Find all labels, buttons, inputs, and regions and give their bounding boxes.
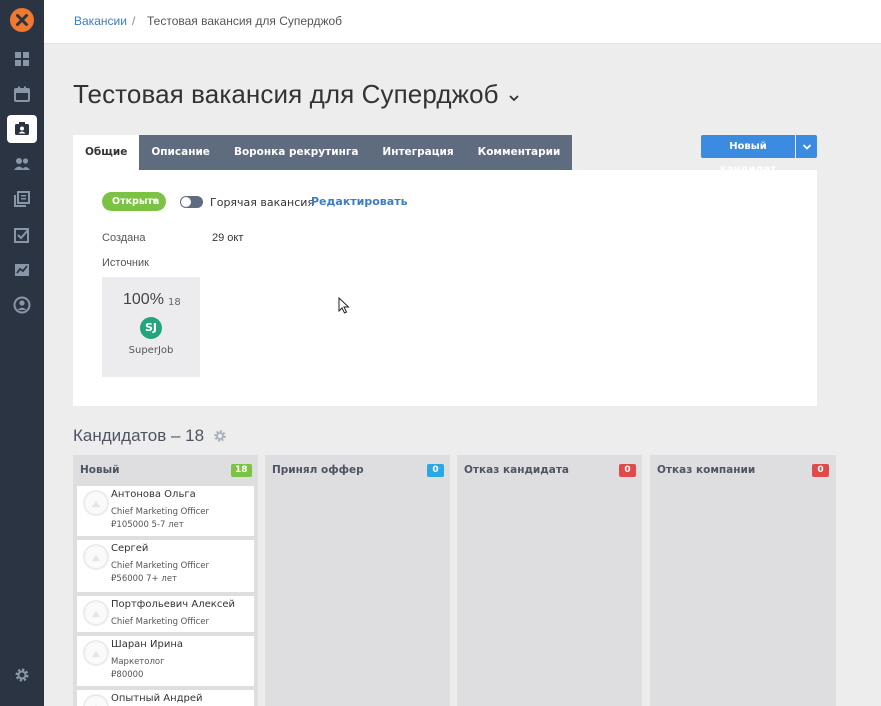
candidate-position: Chief Marketing Officer <box>111 617 209 627</box>
hot-vacancy-label: Горячая вакансия <box>210 196 315 209</box>
tab-recruiting-funnel[interactable]: Воронка рекрутинга <box>221 135 371 170</box>
candidate-card[interactable]: Портфольевич Алексей Chief Marketing Off… <box>77 596 254 632</box>
candidate-name: Опытный Андрей <box>111 693 203 704</box>
avatar <box>83 600 109 626</box>
status-dropdown[interactable]: Открыта <box>102 192 166 211</box>
breadcrumb-current: Тестовая вакансия для Суперджоб <box>147 14 343 28</box>
avatar <box>83 640 109 666</box>
new-candidate-dropdown[interactable] <box>796 135 817 158</box>
candidate-card[interactable]: Шаран Ирина Маркетолог ₽80000 <box>77 636 254 686</box>
candidate-card[interactable]: Антонова Ольга Chief Marketing Officer ₽… <box>77 486 254 536</box>
edit-link[interactable]: Редактировать <box>311 195 408 208</box>
gear-icon[interactable] <box>12 665 32 685</box>
column-count-badge: 0 <box>619 464 636 477</box>
chevron-down-icon[interactable] <box>508 88 520 107</box>
candidate-position: Маркетолог <box>111 657 165 667</box>
sidebar <box>0 0 44 706</box>
toggle-knob <box>181 197 191 207</box>
column-candidate-rejected: Отказ кандидата 0 <box>457 455 642 706</box>
candidate-name: Сергей <box>111 543 149 554</box>
created-value: 29 окт <box>212 232 244 244</box>
hot-vacancy-toggle[interactable] <box>180 196 203 208</box>
column-company-rejected: Отказ компании 0 <box>650 455 836 706</box>
breadcrumb-vacancies-link[interactable]: Вакансии <box>74 14 127 28</box>
logo-x-icon <box>16 14 28 26</box>
candidate-details: ₽56000 7+ лет <box>111 574 177 584</box>
logo[interactable] <box>10 8 34 32</box>
dashboard-icon[interactable] <box>12 49 32 69</box>
tab-general[interactable]: Общие <box>73 135 140 170</box>
candidates-title: Кандидатов – 18 <box>73 426 205 445</box>
column-title: Новый <box>80 464 120 476</box>
general-panel: Открыта Горячая вакансия Редактировать С… <box>73 170 817 406</box>
analytics-icon[interactable] <box>12 260 32 280</box>
candidates-icon[interactable] <box>12 154 32 174</box>
page-title: Тестовая вакансия для Суперджоб <box>73 79 499 109</box>
new-candidate-button[interactable]: Новый кандидат <box>701 135 795 175</box>
calendar-icon[interactable] <box>12 84 32 104</box>
caret-down-icon <box>152 199 158 203</box>
column-count-badge: 0 <box>427 464 444 477</box>
mouse-cursor-icon <box>338 296 350 318</box>
superjob-logo: SJ <box>140 317 162 339</box>
column-accepted-offer: Принял оффер 0 <box>265 455 450 706</box>
database-icon[interactable] <box>12 189 32 209</box>
column-title: Принял оффер <box>272 464 364 476</box>
column-title: Отказ компании <box>657 464 756 476</box>
tab-integration[interactable]: Интеграция <box>370 135 466 170</box>
source-label: Источник <box>102 257 149 269</box>
source-percent: 100% <box>123 291 164 308</box>
column-count-badge: 18 <box>231 464 252 477</box>
tab-comments[interactable]: Комментарии <box>465 135 573 170</box>
vacancy-tabs: Общие Описание Воронка рекрутинга Интегр… <box>73 135 573 170</box>
profile-icon[interactable] <box>12 295 32 315</box>
tasks-icon[interactable] <box>12 225 32 245</box>
source-count: 18 <box>168 297 181 308</box>
column-new: Новый 18 Антонова Ольга Chief Marketing … <box>73 455 258 706</box>
vacancies-icon[interactable] <box>7 115 37 143</box>
candidate-name: Шаран Ирина <box>111 639 184 650</box>
candidate-name: Антонова Ольга <box>111 489 196 500</box>
candidate-details: ₽105000 5-7 лет <box>111 520 184 530</box>
avatar <box>83 544 109 570</box>
source-tile-superjob[interactable]: 100% 18 SJ SuperJob <box>102 277 200 377</box>
gear-icon[interactable] <box>213 428 227 447</box>
source-name: SuperJob <box>128 345 174 356</box>
avatar <box>83 694 109 706</box>
candidate-name: Портфольевич Алексей <box>111 599 235 610</box>
tab-description[interactable]: Описание <box>139 135 222 170</box>
candidate-card[interactable]: Сергей Chief Marketing Officer ₽56000 7+… <box>77 540 254 592</box>
chevron-down-icon <box>802 143 811 150</box>
candidate-details: ₽80000 <box>111 670 144 680</box>
column-count-badge: 0 <box>812 464 829 477</box>
candidate-position: Chief Marketing Officer <box>111 507 209 517</box>
breadcrumb-separator: / <box>132 14 136 28</box>
created-label: Создана <box>102 232 146 244</box>
top-bar: Вакансии / Тестовая вакансия для Супердж… <box>44 0 881 44</box>
candidate-position: Chief Marketing Officer <box>111 561 209 571</box>
avatar <box>83 490 109 516</box>
candidate-card[interactable]: Опытный Андрей <box>77 690 254 706</box>
column-title: Отказ кандидата <box>464 464 570 476</box>
